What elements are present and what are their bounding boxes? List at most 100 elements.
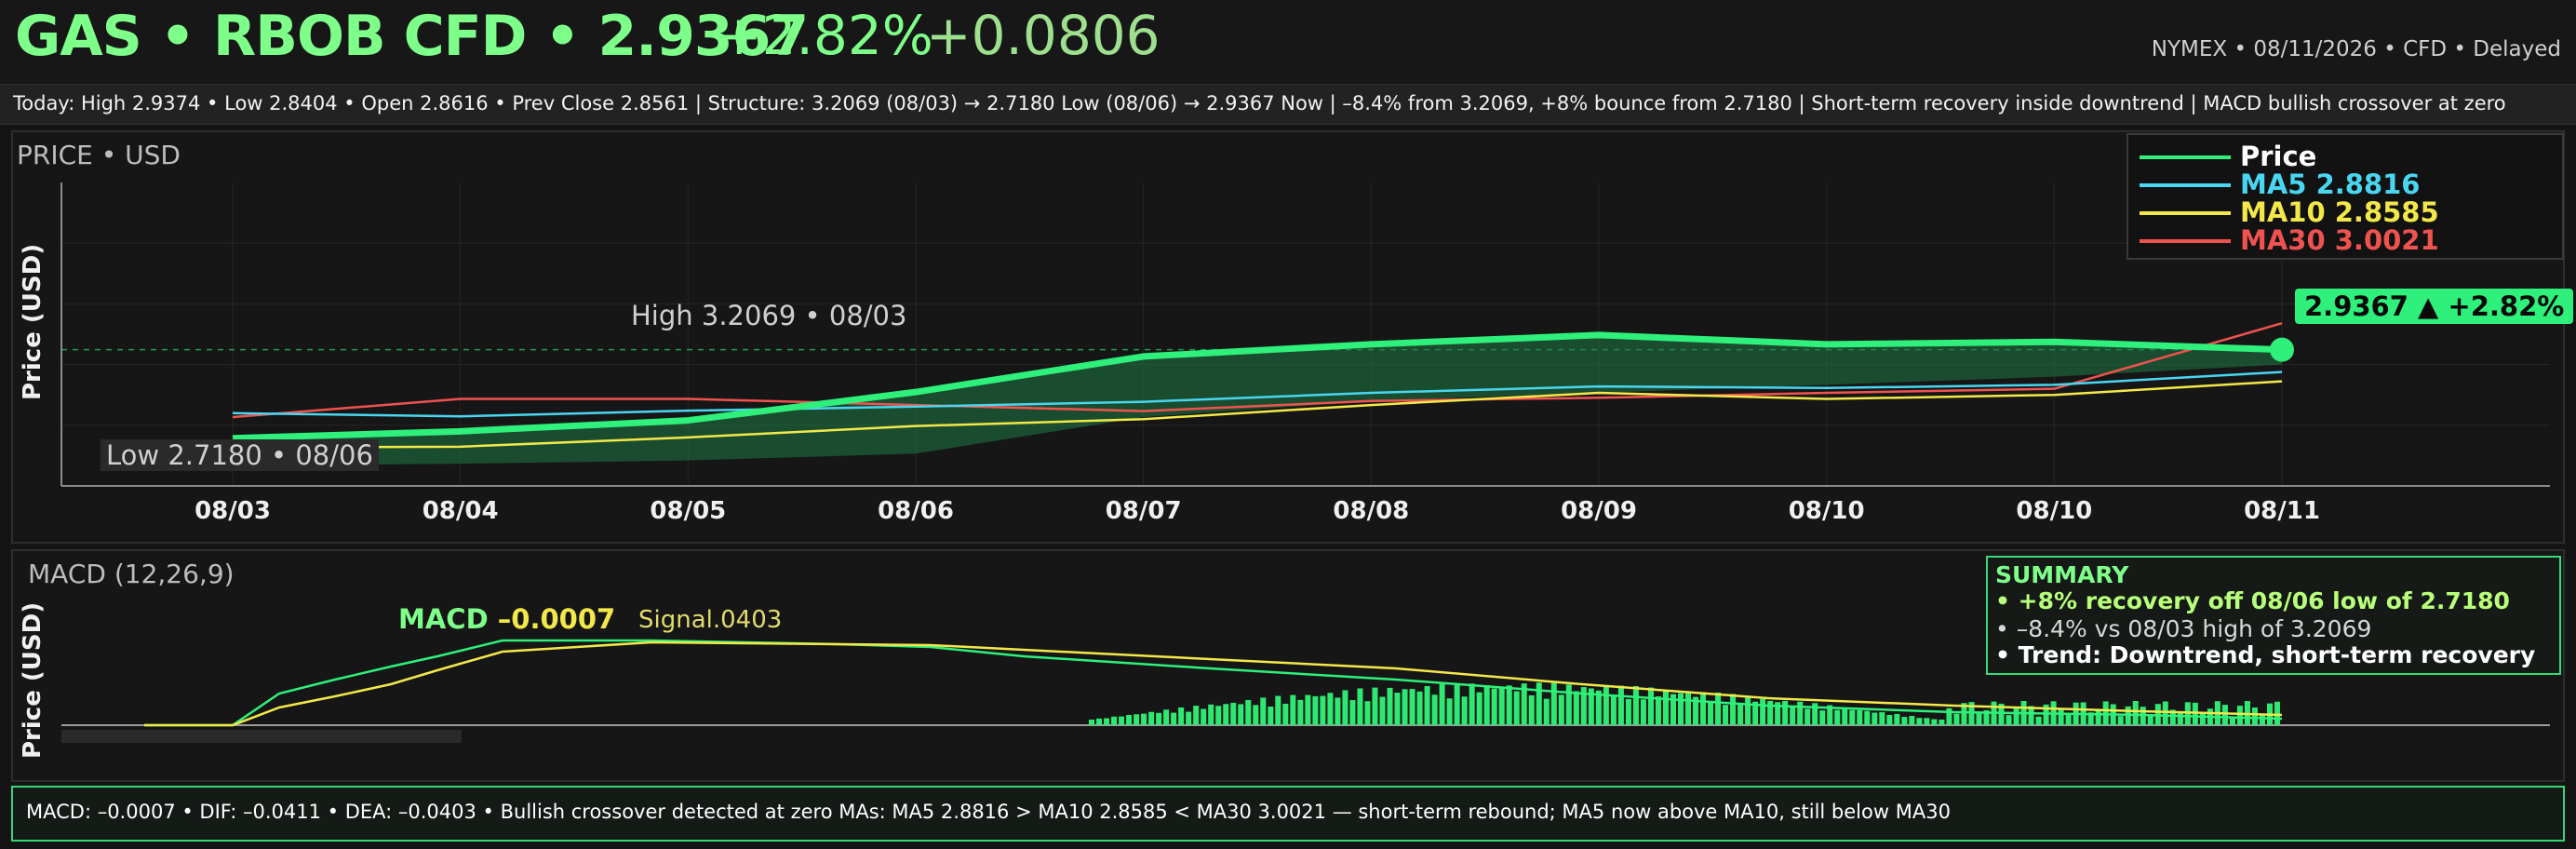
macd-histogram-bar (1439, 683, 1445, 725)
price-area-fill (233, 334, 2282, 466)
macd-histogram-bar (1223, 704, 1229, 725)
signal-label-name: Signal (638, 606, 713, 634)
macd-histogram-bar (1327, 693, 1334, 725)
macd-histogram-bar (1655, 696, 1661, 725)
x-tick-label: 08/04 (422, 497, 499, 525)
summary-title: SUMMARY (1995, 561, 2129, 588)
macd-histogram-bar (1677, 693, 1684, 725)
macd-histogram-bar (1819, 710, 1826, 725)
x-tick-label: 08/10 (2016, 497, 2093, 525)
x-tick-label: 08/11 (2244, 497, 2320, 525)
macd-histogram-bar (1215, 706, 1222, 725)
macd-histogram-bar (2006, 715, 2012, 725)
macd-histogram-bar (1163, 709, 1170, 725)
macd-histogram-bar (1342, 690, 1348, 725)
macd-histogram-bar (1737, 703, 1744, 725)
macd-histogram-bar (1782, 700, 1789, 725)
macd-histogram-bar (1416, 691, 1423, 725)
macd-histogram-bar (1536, 682, 1542, 725)
macd-histogram-bar (1402, 689, 1408, 725)
macd-histogram-bar (2192, 702, 2198, 725)
macd-histogram-bar (1909, 716, 1915, 725)
macd-histogram-bar (1320, 695, 1326, 725)
low-annotation: Low 2.7180 • 08/06 (101, 439, 379, 471)
macd-histogram-bar (1700, 692, 1707, 725)
summary-line-1: • +8% recovery off 08/06 low of 2.7180 (1995, 587, 2510, 614)
macd-histogram-bar (1879, 712, 1885, 725)
macd-histogram-bar (1238, 704, 1244, 725)
macd-histogram-bar (1931, 719, 1938, 725)
high-annotation: High 3.2069 • 08/03 (631, 300, 907, 331)
macd-histogram-bar (1171, 712, 1177, 725)
macd-histogram-bar (1178, 707, 1185, 725)
macd-histogram-bar (1357, 688, 1363, 725)
macd-histogram-bar (1290, 694, 1296, 725)
macd-histogram-bar (1558, 694, 1564, 725)
macd-histogram-bar (1760, 698, 1766, 725)
macd-histogram-bar (1201, 708, 1207, 725)
macd-histogram-bar (1483, 684, 1490, 725)
x-tick-label: 08/07 (1105, 497, 1182, 525)
macd-histogram-bar (1409, 689, 1415, 725)
x-tick-label: 08/10 (1788, 497, 1865, 525)
macd-histogram-bar (1708, 700, 1714, 725)
macd-histogram-bar (2095, 709, 2101, 725)
macd-histogram-bar (1230, 702, 1237, 725)
macd-histogram-bar (1476, 692, 1483, 725)
summary-line-3: • Trend: Downtrend, short-term recovery (1995, 641, 2536, 668)
legend-label-ma10: MA10 2.8585 (2240, 196, 2439, 228)
legend-label-price: Price (2240, 141, 2317, 172)
macd-histogram-bar (1730, 694, 1737, 725)
macd-histogram-bar (1186, 711, 1192, 725)
chart-canvas (60, 182, 2550, 743)
macd-histogram-bar (2274, 701, 2280, 725)
macd-histogram-bar (1745, 695, 1751, 725)
summary-box: SUMMARY • +8% recovery off 08/06 low of … (1986, 556, 2561, 675)
macd-histogram-bar (1335, 697, 1341, 725)
macd-histogram-bar (1119, 716, 1125, 725)
macd-histogram-bar (1260, 697, 1267, 725)
macd-histogram-bar (1431, 694, 1438, 725)
macd-histogram-bar (1886, 715, 1893, 725)
macd-histogram-bar (1104, 718, 1110, 725)
legend-swatch-ma10 (2140, 211, 2231, 215)
signal-label-value: .0403 (712, 606, 783, 634)
macd-histogram-bar (1543, 698, 1550, 725)
macd-histogram-bar (1208, 704, 1214, 725)
last-price-badge: 2.9367 ▲ +2.82% (2295, 289, 2574, 324)
macd-histogram-bar (1349, 700, 1356, 725)
macd-histogram-bar (1864, 710, 1871, 725)
macd-histogram-bar (1685, 692, 1692, 725)
macd-histogram-bar (2259, 714, 2265, 725)
macd-histogram-bar (2251, 707, 2258, 725)
macd-histogram-bar (1805, 708, 1811, 725)
summary-line-2: • –8.4% vs 08/03 high of 3.2069 (1995, 615, 2372, 642)
macd-histogram-bar (1953, 713, 1960, 725)
footer-text: MACD: –0.0007 • DIF: –0.0411 • DEA: –0.0… (26, 801, 1951, 823)
macd-histogram-bar (1506, 685, 1512, 725)
macd-histogram-bar (1096, 718, 1103, 725)
legend-swatch-ma30 (2140, 239, 2231, 243)
macd-histogram-bar (2199, 713, 2206, 725)
macd-histogram-bar (1253, 705, 1259, 725)
x-tick-label: 08/03 (195, 497, 271, 525)
macd-histogram-bar (1528, 694, 1535, 725)
macd-histogram-bar (1797, 701, 1804, 725)
macd-histogram-bar (1640, 699, 1646, 725)
macd-histogram-bar (1245, 699, 1252, 725)
macd-histogram-bar (1454, 682, 1460, 725)
macd-histogram-bar (1297, 699, 1304, 725)
macd-histogram-bar (1872, 712, 1878, 725)
macd-histogram-bar (1573, 691, 1579, 725)
macd-histogram-bar (1849, 709, 1856, 725)
macd-histogram-bar (1193, 706, 1200, 725)
macd-histogram-bar (1461, 696, 1468, 725)
footer-bar: MACD: –0.0007 • DIF: –0.0411 • DEA: –0.0… (11, 786, 2565, 842)
macd-histogram-bar (1498, 687, 1505, 725)
macd-histogram-bar (1834, 709, 1841, 725)
macd-histogram-bar (1268, 706, 1274, 725)
macd-histogram-bar (1446, 698, 1453, 725)
macd-histogram-bar (1662, 690, 1669, 725)
macd-histogram-bar (1148, 711, 1155, 725)
macd-histogram-bar (1901, 717, 1908, 725)
